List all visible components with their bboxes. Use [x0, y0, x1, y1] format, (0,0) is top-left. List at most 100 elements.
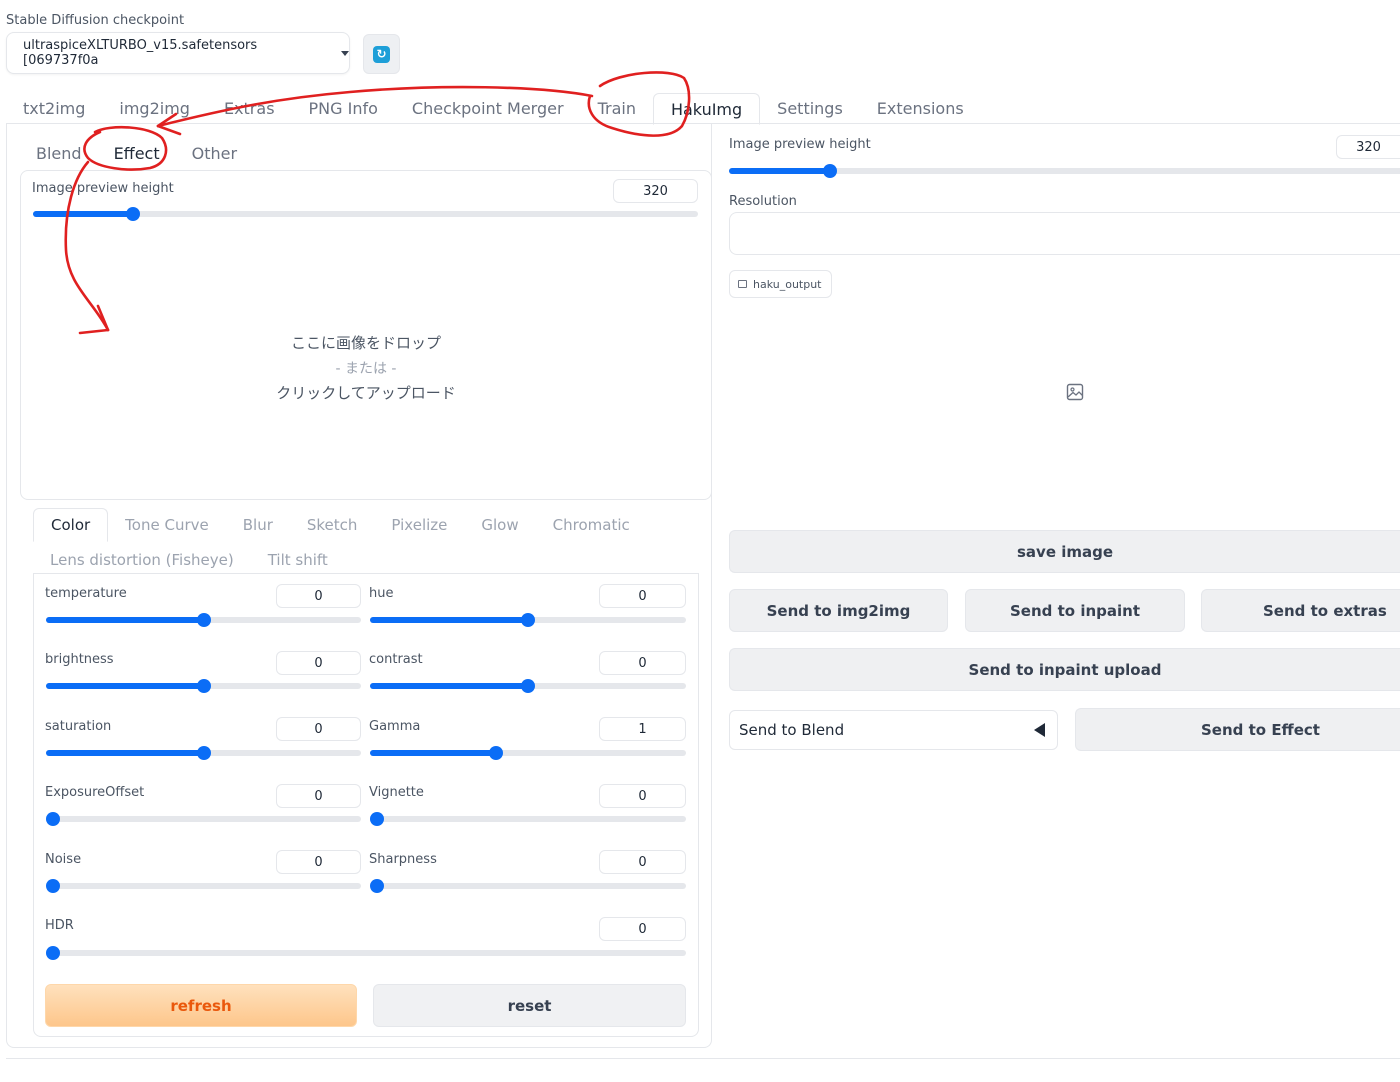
- send-to-inpaint-upload-button[interactable]: Send to inpaint upload: [729, 648, 1400, 691]
- contrast-input[interactable]: 0: [599, 651, 686, 675]
- slider-thumb[interactable]: [125, 207, 140, 221]
- tab-glow[interactable]: Glow: [464, 508, 535, 542]
- send-to-inpaint-button[interactable]: Send to inpaint: [965, 589, 1185, 632]
- tab-lens-distortion[interactable]: Lens distortion (Fisheye): [33, 543, 251, 577]
- send-target-value: Send to Blend: [739, 721, 845, 739]
- slider-thumb[interactable]: [370, 812, 384, 826]
- output-preview-height-input[interactable]: 320: [1336, 135, 1400, 159]
- tab-tone-curve[interactable]: Tone Curve: [108, 508, 226, 542]
- checkpoint-refresh-button[interactable]: ↻: [363, 34, 400, 74]
- subtab-other[interactable]: Other: [176, 139, 253, 167]
- save-image-button[interactable]: save image: [729, 530, 1400, 573]
- main-tabs: txt2img img2img Extras PNG Info Checkpoi…: [6, 93, 981, 125]
- subtab-effect[interactable]: Effect: [98, 139, 176, 167]
- output-tag-label: haku_output: [753, 277, 822, 291]
- slider-thumb[interactable]: [46, 812, 60, 826]
- tab-settings[interactable]: Settings: [760, 93, 860, 123]
- brightness-label: brightness: [45, 652, 114, 667]
- chevron-down-icon: [341, 50, 349, 56]
- effect-tabs: Color Tone Curve Blur Sketch Pixelize Gl…: [33, 508, 647, 542]
- send-target-dropdown[interactable]: Send to Blend: [729, 710, 1058, 750]
- brightness-input[interactable]: 0: [276, 651, 361, 675]
- effect-tabs-row2: Lens distortion (Fisheye) Tilt shift: [33, 543, 345, 573]
- exposure-offset-slider[interactable]: [46, 812, 361, 826]
- slider-thumb[interactable]: [46, 879, 60, 893]
- noise-input[interactable]: 0: [276, 850, 361, 874]
- checkpoint-value: ultraspiceXLTURBO_v15.safetensors [06973…: [23, 38, 258, 68]
- tab-img2img[interactable]: img2img: [102, 93, 207, 123]
- hue-slider[interactable]: [370, 613, 686, 627]
- exposure-offset-input[interactable]: 0: [276, 784, 361, 808]
- vignette-slider[interactable]: [370, 812, 686, 826]
- slider-thumb[interactable]: [196, 613, 211, 627]
- footer-divider: [6, 1058, 1400, 1059]
- hakuimg-subtabs: Blend Effect Other: [20, 139, 253, 167]
- temperature-label: temperature: [45, 586, 127, 601]
- dropzone-text: ここに画像をドロップ: [290, 334, 441, 352]
- output-preview-height-slider[interactable]: [729, 164, 1400, 178]
- gamma-slider[interactable]: [370, 746, 686, 760]
- output-image-tag: haku_output: [729, 270, 832, 298]
- preview-height-slider[interactable]: [33, 207, 698, 221]
- tab-color[interactable]: Color: [33, 508, 109, 542]
- contrast-slider[interactable]: [370, 679, 686, 693]
- checkpoint-label: Stable Diffusion checkpoint: [6, 13, 185, 28]
- slider-thumb[interactable]: [521, 613, 535, 627]
- send-to-effect-button[interactable]: Send to Effect: [1075, 708, 1400, 751]
- resolution-field[interactable]: [729, 212, 1400, 255]
- tab-txt2img[interactable]: txt2img: [6, 93, 102, 123]
- checkpoint-dropdown[interactable]: ultraspiceXLTURBO_v15.safetensors [06973…: [6, 32, 350, 74]
- tab-extras[interactable]: Extras: [207, 93, 292, 123]
- hdr-label: HDR: [45, 918, 74, 933]
- preview-height-input[interactable]: 320: [613, 179, 698, 203]
- image-small-icon: [738, 280, 747, 288]
- slider-thumb[interactable]: [196, 679, 211, 693]
- temperature-slider[interactable]: [46, 613, 361, 627]
- gamma-label: Gamma: [369, 719, 421, 734]
- reset-button[interactable]: reset: [373, 984, 686, 1027]
- slider-thumb[interactable]: [822, 164, 837, 178]
- tab-blur[interactable]: Blur: [226, 508, 290, 542]
- saturation-slider[interactable]: [46, 746, 361, 760]
- subtab-blend[interactable]: Blend: [20, 139, 98, 167]
- tab-pixelize[interactable]: Pixelize: [374, 508, 464, 542]
- image-icon: [1066, 383, 1084, 401]
- saturation-label: saturation: [45, 719, 112, 734]
- sharpness-label: Sharpness: [369, 852, 437, 867]
- resolution-label: Resolution: [729, 194, 797, 209]
- hue-label: hue: [369, 586, 394, 601]
- noise-label: Noise: [45, 852, 82, 867]
- vignette-input[interactable]: 0: [599, 784, 686, 808]
- preview-height-label: Image preview height: [32, 181, 174, 196]
- slider-thumb[interactable]: [46, 946, 60, 960]
- dropdown-arrow-icon: [1034, 723, 1045, 737]
- send-to-img2img-button[interactable]: Send to img2img: [729, 589, 948, 632]
- tab-png-info[interactable]: PNG Info: [292, 93, 395, 123]
- dropzone-or: - または -: [335, 361, 397, 377]
- noise-slider[interactable]: [46, 879, 361, 893]
- temperature-input[interactable]: 0: [276, 584, 361, 608]
- tab-sketch[interactable]: Sketch: [290, 508, 375, 542]
- exposure-offset-label: ExposureOffset: [45, 785, 145, 800]
- send-to-extras-button[interactable]: Send to extras: [1201, 589, 1400, 632]
- slider-thumb[interactable]: [196, 746, 211, 760]
- hue-input[interactable]: 0: [599, 584, 686, 608]
- tab-checkpoint-merger[interactable]: Checkpoint Merger: [395, 93, 581, 123]
- output-preview-height-label: Image preview height: [729, 137, 871, 152]
- refresh-icon: ↻: [373, 45, 390, 63]
- tab-hakuimg[interactable]: HakuImg: [652, 93, 761, 125]
- refresh-button[interactable]: refresh: [45, 984, 357, 1027]
- tab-train[interactable]: Train: [581, 93, 653, 123]
- tab-extensions[interactable]: Extensions: [860, 93, 981, 123]
- tab-tilt-shift[interactable]: Tilt shift: [251, 543, 345, 577]
- hdr-input[interactable]: 0: [599, 917, 686, 941]
- brightness-slider[interactable]: [46, 679, 361, 693]
- slider-thumb[interactable]: [370, 879, 384, 893]
- hdr-slider[interactable]: [46, 946, 686, 960]
- slider-thumb[interactable]: [521, 679, 535, 693]
- sharpness-slider[interactable]: [370, 879, 686, 893]
- sharpness-input[interactable]: 0: [599, 850, 686, 874]
- gamma-input[interactable]: 1: [599, 717, 686, 741]
- tab-chromatic[interactable]: Chromatic: [536, 508, 647, 542]
- saturation-input[interactable]: 0: [276, 717, 361, 741]
